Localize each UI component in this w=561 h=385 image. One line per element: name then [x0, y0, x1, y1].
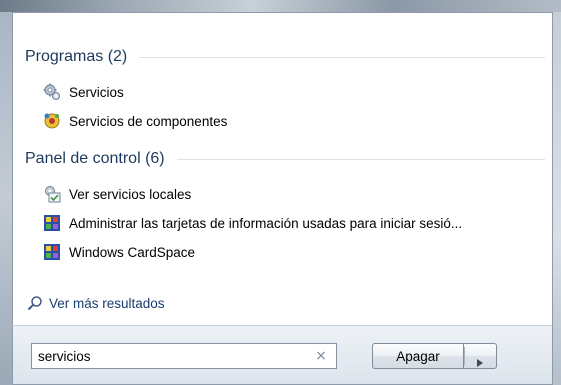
window-right-border: [553, 12, 561, 385]
search-icon: [27, 295, 43, 311]
result-item-servicios-de-componentes[interactable]: Servicios de componentes: [43, 110, 227, 132]
more-results-link[interactable]: Ver más resultados: [27, 292, 165, 314]
cardspace-icon: [43, 214, 61, 232]
section-divider: [176, 158, 545, 160]
cardspace-icon: [43, 243, 61, 261]
search-input[interactable]: [32, 345, 308, 367]
result-item-label: Windows CardSpace: [69, 244, 196, 260]
result-item-label: Ver servicios locales: [69, 186, 192, 202]
section-divider: [139, 56, 545, 58]
clear-icon[interactable]: ×: [314, 348, 328, 364]
desktop-background-strip: [0, 0, 561, 12]
shutdown-group: Apagar: [372, 343, 497, 369]
shutdown-button[interactable]: Apagar: [372, 343, 463, 369]
button-separator: [464, 347, 465, 365]
more-results-label: Ver más resultados: [49, 295, 165, 311]
result-item-administrar-tarjetas[interactable]: Administrar las tarjetas de información …: [43, 212, 462, 234]
local-services-icon: [43, 185, 61, 203]
section-header-control-panel: Panel de control (6): [25, 147, 545, 171]
component-services-icon: [43, 112, 61, 130]
start-menu-bottom-bar: × Apagar: [12, 325, 553, 385]
result-item-windows-cardspace[interactable]: Windows CardSpace: [43, 241, 195, 263]
result-item-label: Administrar las tarjetas de información …: [69, 215, 463, 231]
section-title: Programas (2): [25, 48, 128, 65]
search-results-panel: Programas (2) Servicios Servicios de com…: [12, 12, 553, 325]
result-item-label: Servicios de componentes: [69, 113, 228, 129]
result-item-label: Servicios: [69, 84, 124, 100]
gears-icon: [43, 83, 61, 101]
triangle-right-icon: [477, 352, 483, 367]
shutdown-options-button[interactable]: [463, 343, 497, 369]
search-box[interactable]: ×: [31, 343, 337, 369]
section-title: Panel de control (6): [25, 150, 165, 167]
result-item-servicios[interactable]: Servicios: [43, 81, 124, 103]
section-header-programs: Programas (2): [25, 45, 545, 69]
window-left-border: [0, 12, 12, 385]
result-item-ver-servicios-locales[interactable]: Ver servicios locales: [43, 183, 191, 205]
start-menu-window: Programas (2) Servicios Servicios de com…: [0, 0, 561, 385]
